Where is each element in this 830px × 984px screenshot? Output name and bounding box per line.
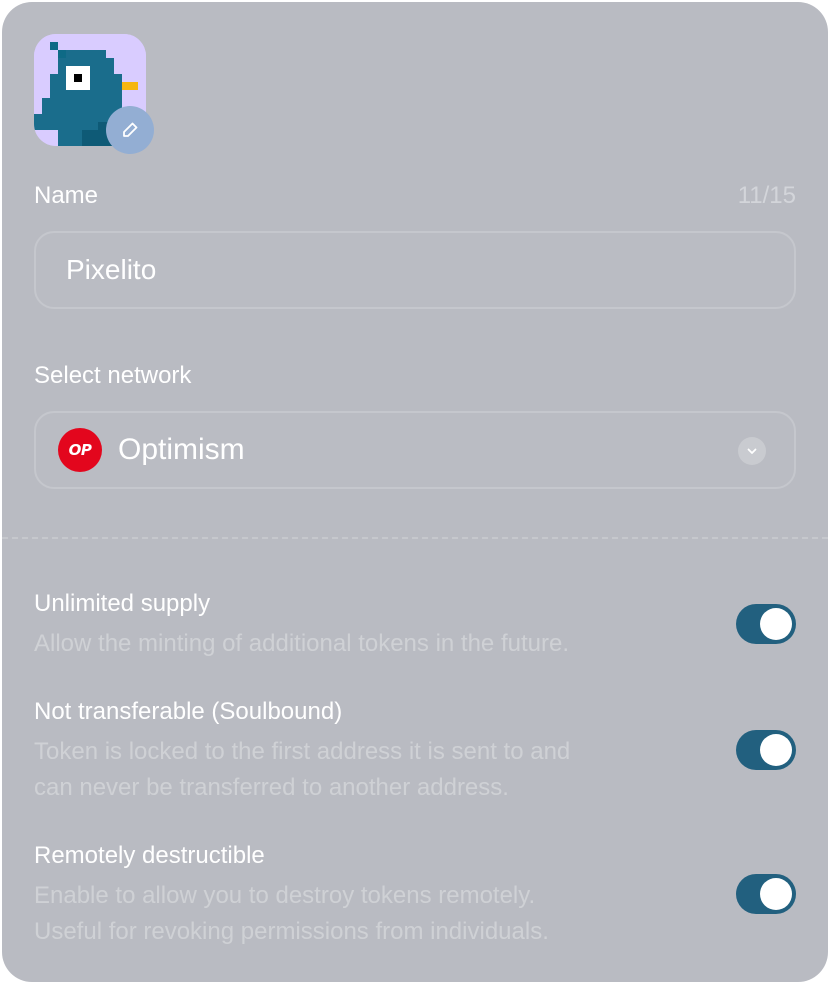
- section-divider: [2, 537, 828, 539]
- edit-avatar-button[interactable]: [106, 106, 154, 154]
- toggle-knob: [760, 878, 792, 910]
- description-line: can never be transferred to another addr…: [34, 774, 509, 801]
- description-line: Allow the minting of additional tokens i…: [34, 630, 569, 657]
- option-description-not-transferable: Token is locked to the first address it …: [34, 734, 694, 806]
- not-transferable-toggle[interactable]: [736, 730, 796, 770]
- option-description-unlimited-supply: Allow the minting of additional tokens i…: [34, 626, 694, 662]
- unlimited-supply-toggle[interactable]: [736, 604, 796, 644]
- token-settings-card: Name 11/15 Select network OP Optimism Un…: [2, 2, 828, 982]
- name-input[interactable]: [36, 233, 794, 307]
- optimism-logo-icon: OP: [58, 428, 102, 472]
- chevron-down-icon: [738, 437, 766, 465]
- option-title-remotely-destructible: Remotely destructible: [34, 842, 265, 869]
- option-description-remotely-destructible: Enable to allow you to destroy tokens re…: [34, 878, 694, 950]
- option-title-unlimited-supply: Unlimited supply: [34, 590, 211, 617]
- name-label: Name: [34, 182, 99, 209]
- name-char-counter: 11/15: [737, 182, 796, 209]
- network-selected-value: Optimism: [118, 433, 245, 466]
- toggle-knob: [760, 608, 792, 640]
- description-line: Useful for revoking permissions from ind…: [34, 918, 549, 945]
- token-avatar[interactable]: [34, 34, 154, 154]
- pencil-icon: [123, 122, 138, 137]
- remotely-destructible-toggle[interactable]: [736, 874, 796, 914]
- network-label: Select network: [34, 362, 192, 389]
- description-line: Token is locked to the first address it …: [34, 738, 571, 765]
- name-field[interactable]: [34, 231, 796, 309]
- toggle-knob: [760, 734, 792, 766]
- description-line: Enable to allow you to destroy tokens re…: [34, 882, 536, 909]
- network-select[interactable]: OP Optimism: [34, 411, 796, 489]
- option-title-not-transferable: Not transferable (Soulbound): [34, 698, 343, 725]
